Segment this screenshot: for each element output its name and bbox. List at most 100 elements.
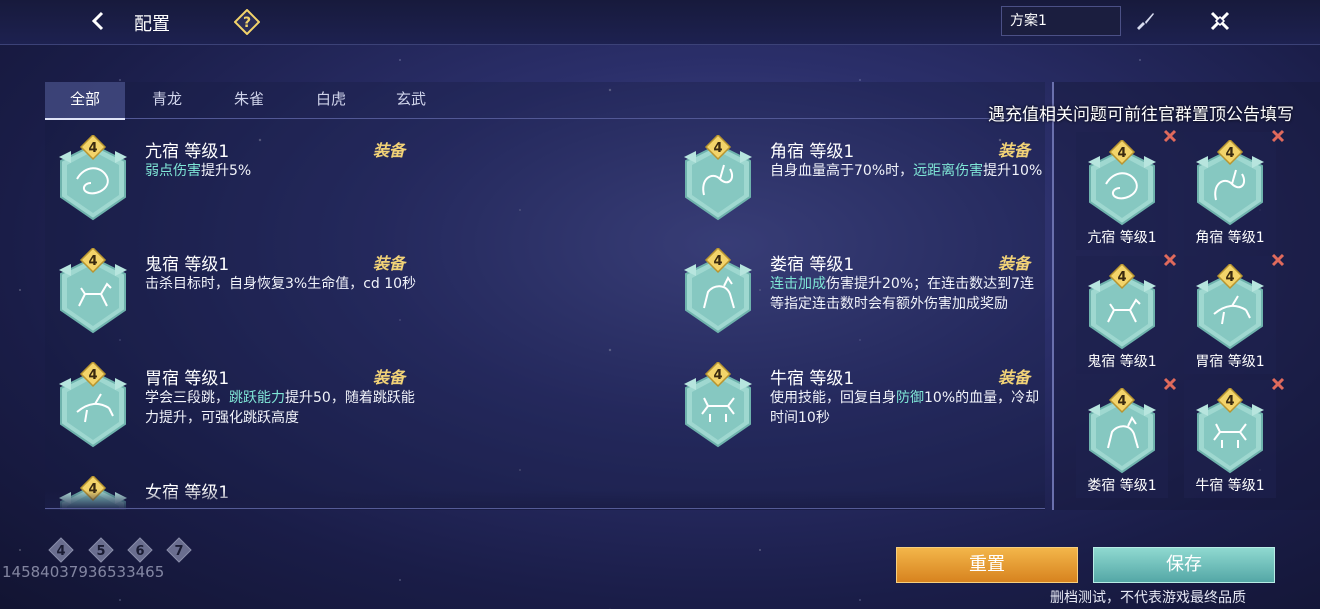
remove-icon[interactable] <box>1270 376 1286 392</box>
card-description: 弱点伤害提升5% <box>145 161 421 181</box>
help-button[interactable]: ? <box>234 9 260 35</box>
constellation-card: 4 牛宿 等级1 装备 使用技能，回复自身防御10%的血量，冷却时间10秒 <box>680 362 1040 472</box>
svg-text:4: 4 <box>1225 146 1234 161</box>
equip-button[interactable]: 装备 <box>373 364 405 388</box>
svg-text:6: 6 <box>135 544 144 559</box>
card-title: 胃宿 等级1 <box>145 369 230 389</box>
highlight-keyword: 弱点伤害 <box>145 163 201 179</box>
kang-constellation-icon: 4 <box>59 135 127 221</box>
card-title: 鬼宿 等级1 <box>145 255 230 275</box>
svg-text:4: 4 <box>88 368 97 383</box>
svg-text:4: 4 <box>713 141 722 156</box>
card-description: 使用技能，回复自身防御10%的血量，冷却时间10秒 <box>770 388 1046 428</box>
highlight-keyword: 防御 <box>896 390 924 406</box>
highlight-keyword: 跳跃能力 <box>229 390 285 406</box>
notice-banner: 遇充值相关问题可前往官群置顶公告填写 <box>988 105 1294 125</box>
description-text: 自身血量高于70%时， <box>770 163 914 179</box>
card-description: 自身血量高于70%时，远距离伤害提升10% <box>770 161 1046 181</box>
top-bar: 配置 ? 方案1 <box>0 0 1320 45</box>
slot-label: 牛宿 等级1 <box>1195 478 1265 494</box>
remove-icon[interactable] <box>1270 128 1286 144</box>
svg-text:4: 4 <box>1117 270 1126 285</box>
test-disclaimer: 删档测试，不代表游戏最终品质 <box>1050 590 1246 606</box>
equip-button[interactable]: 装备 <box>998 250 1030 274</box>
tab-baihu[interactable]: 白虎 <box>291 82 371 118</box>
tab-xuanwu[interactable]: 玄武 <box>371 82 451 118</box>
equipped-slot[interactable]: 4 鬼宿 等级1 <box>1076 253 1177 374</box>
card-title: 牛宿 等级1 <box>770 369 855 389</box>
equipped-slot[interactable]: 4 胃宿 等级1 <box>1184 253 1285 374</box>
svg-text:4: 4 <box>713 368 722 383</box>
card-description: 学会三段跳，跳跃能力提升50，随着跳跃能力提升，可强化跳跃高度 <box>145 388 421 428</box>
plan-name-input[interactable]: 方案1 <box>1001 6 1121 36</box>
lou-constellation-icon: 4 <box>1088 388 1156 474</box>
tab-all[interactable]: 全部 <box>45 82 125 120</box>
equipped-slot[interactable]: 4 角宿 等级1 <box>1184 129 1285 250</box>
slot-label: 角宿 等级1 <box>1195 230 1265 246</box>
remove-icon[interactable] <box>1162 376 1178 392</box>
save-button[interactable]: 保存 <box>1093 547 1275 583</box>
level-filter-5[interactable]: 5 <box>88 537 114 563</box>
equipped-slot[interactable]: 4 亢宿 等级1 <box>1076 129 1177 250</box>
close-icon <box>1210 11 1230 31</box>
equipped-slot[interactable]: 4 牛宿 等级1 <box>1184 377 1285 498</box>
description-text: 学会三段跳， <box>145 390 229 406</box>
edit-plan-button[interactable] <box>1134 10 1156 32</box>
constellation-card: 4 亢宿 等级1 装备 弱点伤害提升5% <box>55 135 415 245</box>
svg-text:4: 4 <box>88 141 97 156</box>
equip-button[interactable]: 装备 <box>373 137 405 161</box>
svg-text:4: 4 <box>1117 146 1126 161</box>
wei-constellation-icon: 4 <box>1196 264 1264 350</box>
tab-qinglong[interactable]: 青龙 <box>127 82 207 118</box>
gui-constellation-icon: 4 <box>59 248 127 334</box>
brush-edit-icon <box>1137 13 1154 30</box>
card-title: 娄宿 等级1 <box>770 255 855 275</box>
tab-zhuque[interactable]: 朱雀 <box>209 82 289 118</box>
list-fade <box>45 490 1045 510</box>
list-divider <box>45 508 1045 509</box>
svg-text:4: 4 <box>1225 394 1234 409</box>
wei-constellation-icon: 4 <box>59 362 127 448</box>
svg-text:4: 4 <box>1225 270 1234 285</box>
equip-button[interactable]: 装备 <box>998 364 1030 388</box>
svg-text:7: 7 <box>174 544 183 559</box>
niu-constellation-icon: 4 <box>684 362 752 448</box>
slot-label: 娄宿 等级1 <box>1087 478 1157 494</box>
card-title: 亢宿 等级1 <box>145 142 230 162</box>
highlight-keyword: 连击加成 <box>770 276 826 292</box>
constellation-card: 4 胃宿 等级1 装备 学会三段跳，跳跃能力提升50，随着跳跃能力提升，可强化跳… <box>55 362 415 472</box>
description-text: 提升10% <box>983 163 1043 179</box>
constellation-card: 4 娄宿 等级1 装备 连击加成伤害提升20%；在连击数达到7连等指定连击数时会… <box>680 248 1040 358</box>
svg-text:4: 4 <box>1117 394 1126 409</box>
card-description: 击杀目标时，自身恢复3%生命值，cd 10秒 <box>145 274 421 294</box>
category-tabs: 全部 青龙 朱雀 白虎 玄武 <box>45 82 1045 120</box>
svg-text:?: ? <box>243 15 251 31</box>
equip-button[interactable]: 装备 <box>998 137 1030 161</box>
uid-watermark: 14584037936533465 <box>2 563 165 581</box>
equipped-slot[interactable]: 4 娄宿 等级1 <box>1076 377 1177 498</box>
jiao-constellation-icon: 4 <box>1196 140 1264 226</box>
remove-icon[interactable] <box>1162 252 1178 268</box>
card-title: 角宿 等级1 <box>770 142 855 162</box>
remove-icon[interactable] <box>1162 128 1178 144</box>
help-icon: ? <box>234 9 260 35</box>
gui-constellation-icon: 4 <box>1088 264 1156 350</box>
slot-label: 胃宿 等级1 <box>1195 354 1265 370</box>
card-description: 连击加成伤害提升20%；在连击数达到7连等指定连击数时会有额外伤害加成奖励 <box>770 274 1046 314</box>
reset-button[interactable]: 重置 <box>896 547 1078 583</box>
equip-button[interactable]: 装备 <box>373 250 405 274</box>
constellation-card: 4 角宿 等级1 装备 自身血量高于70%时，远距离伤害提升10% <box>680 135 1042 245</box>
level-filter-6[interactable]: 6 <box>127 537 153 563</box>
remove-icon[interactable] <box>1270 252 1286 268</box>
level-filter-7[interactable]: 7 <box>166 537 192 563</box>
description-text: 提升5% <box>201 163 252 179</box>
page-title: 配置 <box>134 14 170 35</box>
equipped-sidebar[interactable]: 4 亢宿 等级1 4 角宿 等级1 4 鬼宿 等级1 4 胃宿 等级1 4 娄宿… <box>1052 82 1320 510</box>
constellation-card: 4 鬼宿 等级1 装备 击杀目标时，自身恢复3%生命值，cd 10秒 <box>55 248 416 358</box>
svg-text:4: 4 <box>713 254 722 269</box>
svg-text:5: 5 <box>96 544 105 559</box>
back-button[interactable] <box>86 8 112 34</box>
kang-constellation-icon: 4 <box>1088 140 1156 226</box>
close-button[interactable] <box>1207 8 1233 34</box>
level-filter-4[interactable]: 4 <box>48 537 74 563</box>
